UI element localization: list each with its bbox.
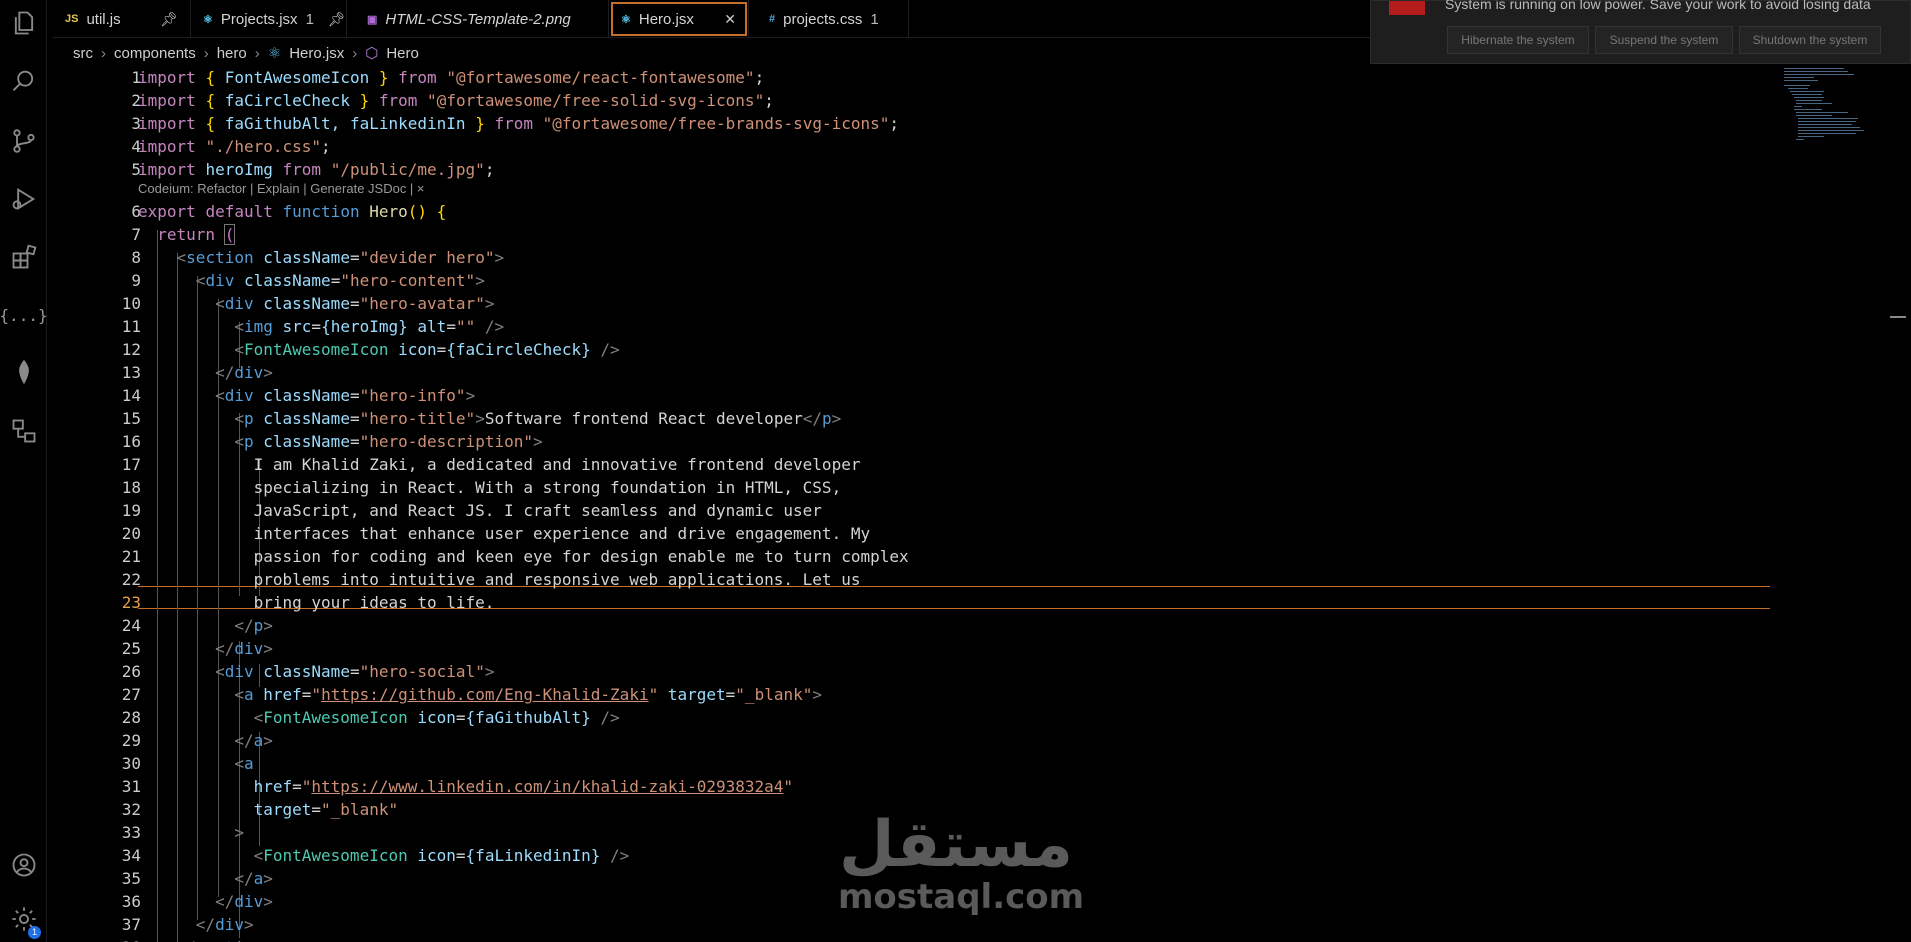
tab-projects-jsx[interactable]: ⚛ Projects.jsx 1 📌︎ [191, 0, 347, 38]
suspend-button[interactable]: Suspend the system [1595, 26, 1733, 54]
notification-message: System is running on low power. Save you… [1445, 0, 1871, 12]
code-line: <div className="hero-social"> [215, 662, 495, 681]
github-link[interactable]: https://github.com/Eng-Khalid-Zaki [321, 685, 649, 704]
code-line: <section className="devider hero"> [176, 248, 505, 267]
explorer-icon[interactable] [0, 0, 47, 46]
code-line: </div> [215, 363, 273, 382]
account-icon[interactable] [0, 842, 47, 888]
chevron-right-icon: › [101, 44, 106, 62]
minimap[interactable] [1778, 66, 1868, 146]
code-line: href="https://www.linkedin.com/in/khalid… [253, 777, 794, 796]
tab-label: projects.css [783, 10, 863, 28]
code-line: <p className="hero-description"> [234, 432, 543, 451]
chevron-right-icon: › [254, 44, 260, 62]
close-tab-icon[interactable]: ✕ [724, 11, 736, 28]
run-debug-icon[interactable] [0, 176, 47, 222]
scrollbar-marker[interactable] [1890, 316, 1906, 318]
code-line: import heroImg from "/public/me.jpg"; [138, 160, 495, 179]
code-line: import { faCircleCheck } from "@fortawes… [138, 91, 774, 110]
hibernate-button[interactable]: Hibernate the system [1447, 26, 1589, 54]
code-line: <p className="hero-title">Software front… [234, 409, 842, 428]
settings-badge: 1 [28, 926, 41, 939]
code-line: export default function Hero() { [138, 202, 447, 221]
problem-count: 1 [305, 10, 314, 28]
react-file-icon: ⚛ [267, 45, 282, 62]
code-line: </p> [234, 616, 273, 635]
activity-bar: {...} 1 [0, 0, 48, 942]
code-line: interfaces that enhance user experience … [253, 524, 871, 543]
codeium-codelens[interactable]: Codeium: Refactor | Explain | Generate J… [53, 180, 1773, 198]
tab-label: util.js [86, 10, 121, 28]
image-file-icon: ▣ [367, 13, 378, 26]
breadcrumb-item[interactable]: Hero.jsx [289, 45, 344, 62]
code-line: <div className="hero-avatar"> [215, 294, 495, 313]
breadcrumb-item[interactable]: components [114, 45, 196, 62]
tab-label: Projects.jsx [220, 10, 298, 28]
code-line: </section> [53, 936, 1773, 942]
watermark-latin: mostaql.com [838, 877, 1085, 917]
code-line: <a [234, 754, 254, 773]
battery-warning-icon [1389, 1, 1425, 15]
chevron-right-icon: › [203, 44, 209, 62]
tab-projects-css[interactable]: # projects.css 1 [749, 0, 909, 38]
code-line: <FontAwesomeIcon icon={faGithubAlt} /> [253, 708, 620, 727]
shutdown-button[interactable]: Shutdown the system [1739, 26, 1881, 54]
mongodb-leaf-icon[interactable] [0, 350, 47, 396]
js-file-icon: JS [65, 13, 79, 25]
remote-explorer-icon[interactable] [0, 408, 47, 454]
react-file-icon: ⚛ [203, 13, 213, 26]
code-line: passion for coding and keen eye for desi… [253, 547, 909, 566]
breadcrumb-item[interactable]: hero [217, 45, 247, 62]
code-line-current: bring your ideas to life. [253, 593, 495, 612]
code-line: </div> [215, 639, 273, 658]
problem-count: 1 [870, 10, 879, 28]
low-power-notification: System is running on low power. Save you… [1370, 0, 1911, 64]
code-line: </a> [234, 731, 273, 750]
chevron-right-icon: › [352, 44, 358, 62]
tab-label: Hero.jsx [638, 10, 694, 28]
search-icon[interactable] [0, 58, 47, 104]
tab-label: HTML-CSS-Template-2.png [385, 10, 571, 28]
code-line: import { faGithubAlt, faLinkedinIn } fro… [138, 114, 900, 133]
css-file-icon: # [769, 13, 776, 25]
code-line: import "./hero.css"; [138, 137, 331, 156]
source-control-icon[interactable] [0, 118, 47, 164]
code-line: import { FontAwesomeIcon } from "@fortaw… [138, 68, 765, 87]
settings-gear-icon[interactable]: 1 [0, 896, 47, 942]
pin-icon[interactable]: 📌︎ [328, 11, 346, 28]
code-line: I am Khalid Zaki, a dedicated and innova… [253, 455, 861, 474]
tab-util-js[interactable]: JS util.js 📌︎ [53, 0, 191, 38]
code-line: <FontAwesomeIcon icon={faCircleCheck} /> [234, 340, 620, 359]
breadcrumb: src › components › hero › ⚛ Hero.jsx › ⬡ Hero [73, 43, 419, 63]
watermark-arabic: مستقل [838, 808, 1074, 882]
code-line: specializing in React. With a strong fou… [253, 478, 842, 497]
code-line: <div className="hero-info"> [215, 386, 476, 405]
breadcrumb-item[interactable]: src [73, 45, 93, 62]
tab-hero-jsx[interactable]: ⚛ Hero.jsx ✕ [609, 0, 749, 38]
linkedin-link[interactable]: https://www.linkedin.com/in/khalid-zaki-… [311, 777, 783, 796]
json-tools-icon[interactable]: {...} [0, 292, 48, 338]
code-line: return ( [157, 224, 236, 245]
symbol-icon: ⬡ [365, 45, 379, 62]
code-line: <div className="hero-content"> [195, 271, 485, 290]
mostaql-watermark: مستقل mostaql.com [838, 808, 1085, 917]
code-line: <a href="https://github.com/Eng-Khalid-Z… [234, 685, 822, 704]
breadcrumb-item[interactable]: Hero [386, 45, 419, 62]
react-file-icon: ⚛ [621, 13, 631, 26]
code-line: problems into intuitive and responsive w… [253, 570, 861, 589]
extensions-icon[interactable] [0, 234, 47, 280]
code-line: JavaScript, and React JS. I craft seamle… [253, 501, 822, 520]
pin-icon[interactable]: 📌︎ [160, 11, 178, 28]
code-line: <img src={heroImg} alt="" /> [234, 317, 505, 336]
tab-html-css-template-png[interactable]: ▣ HTML-CSS-Template-2.png [347, 0, 609, 38]
